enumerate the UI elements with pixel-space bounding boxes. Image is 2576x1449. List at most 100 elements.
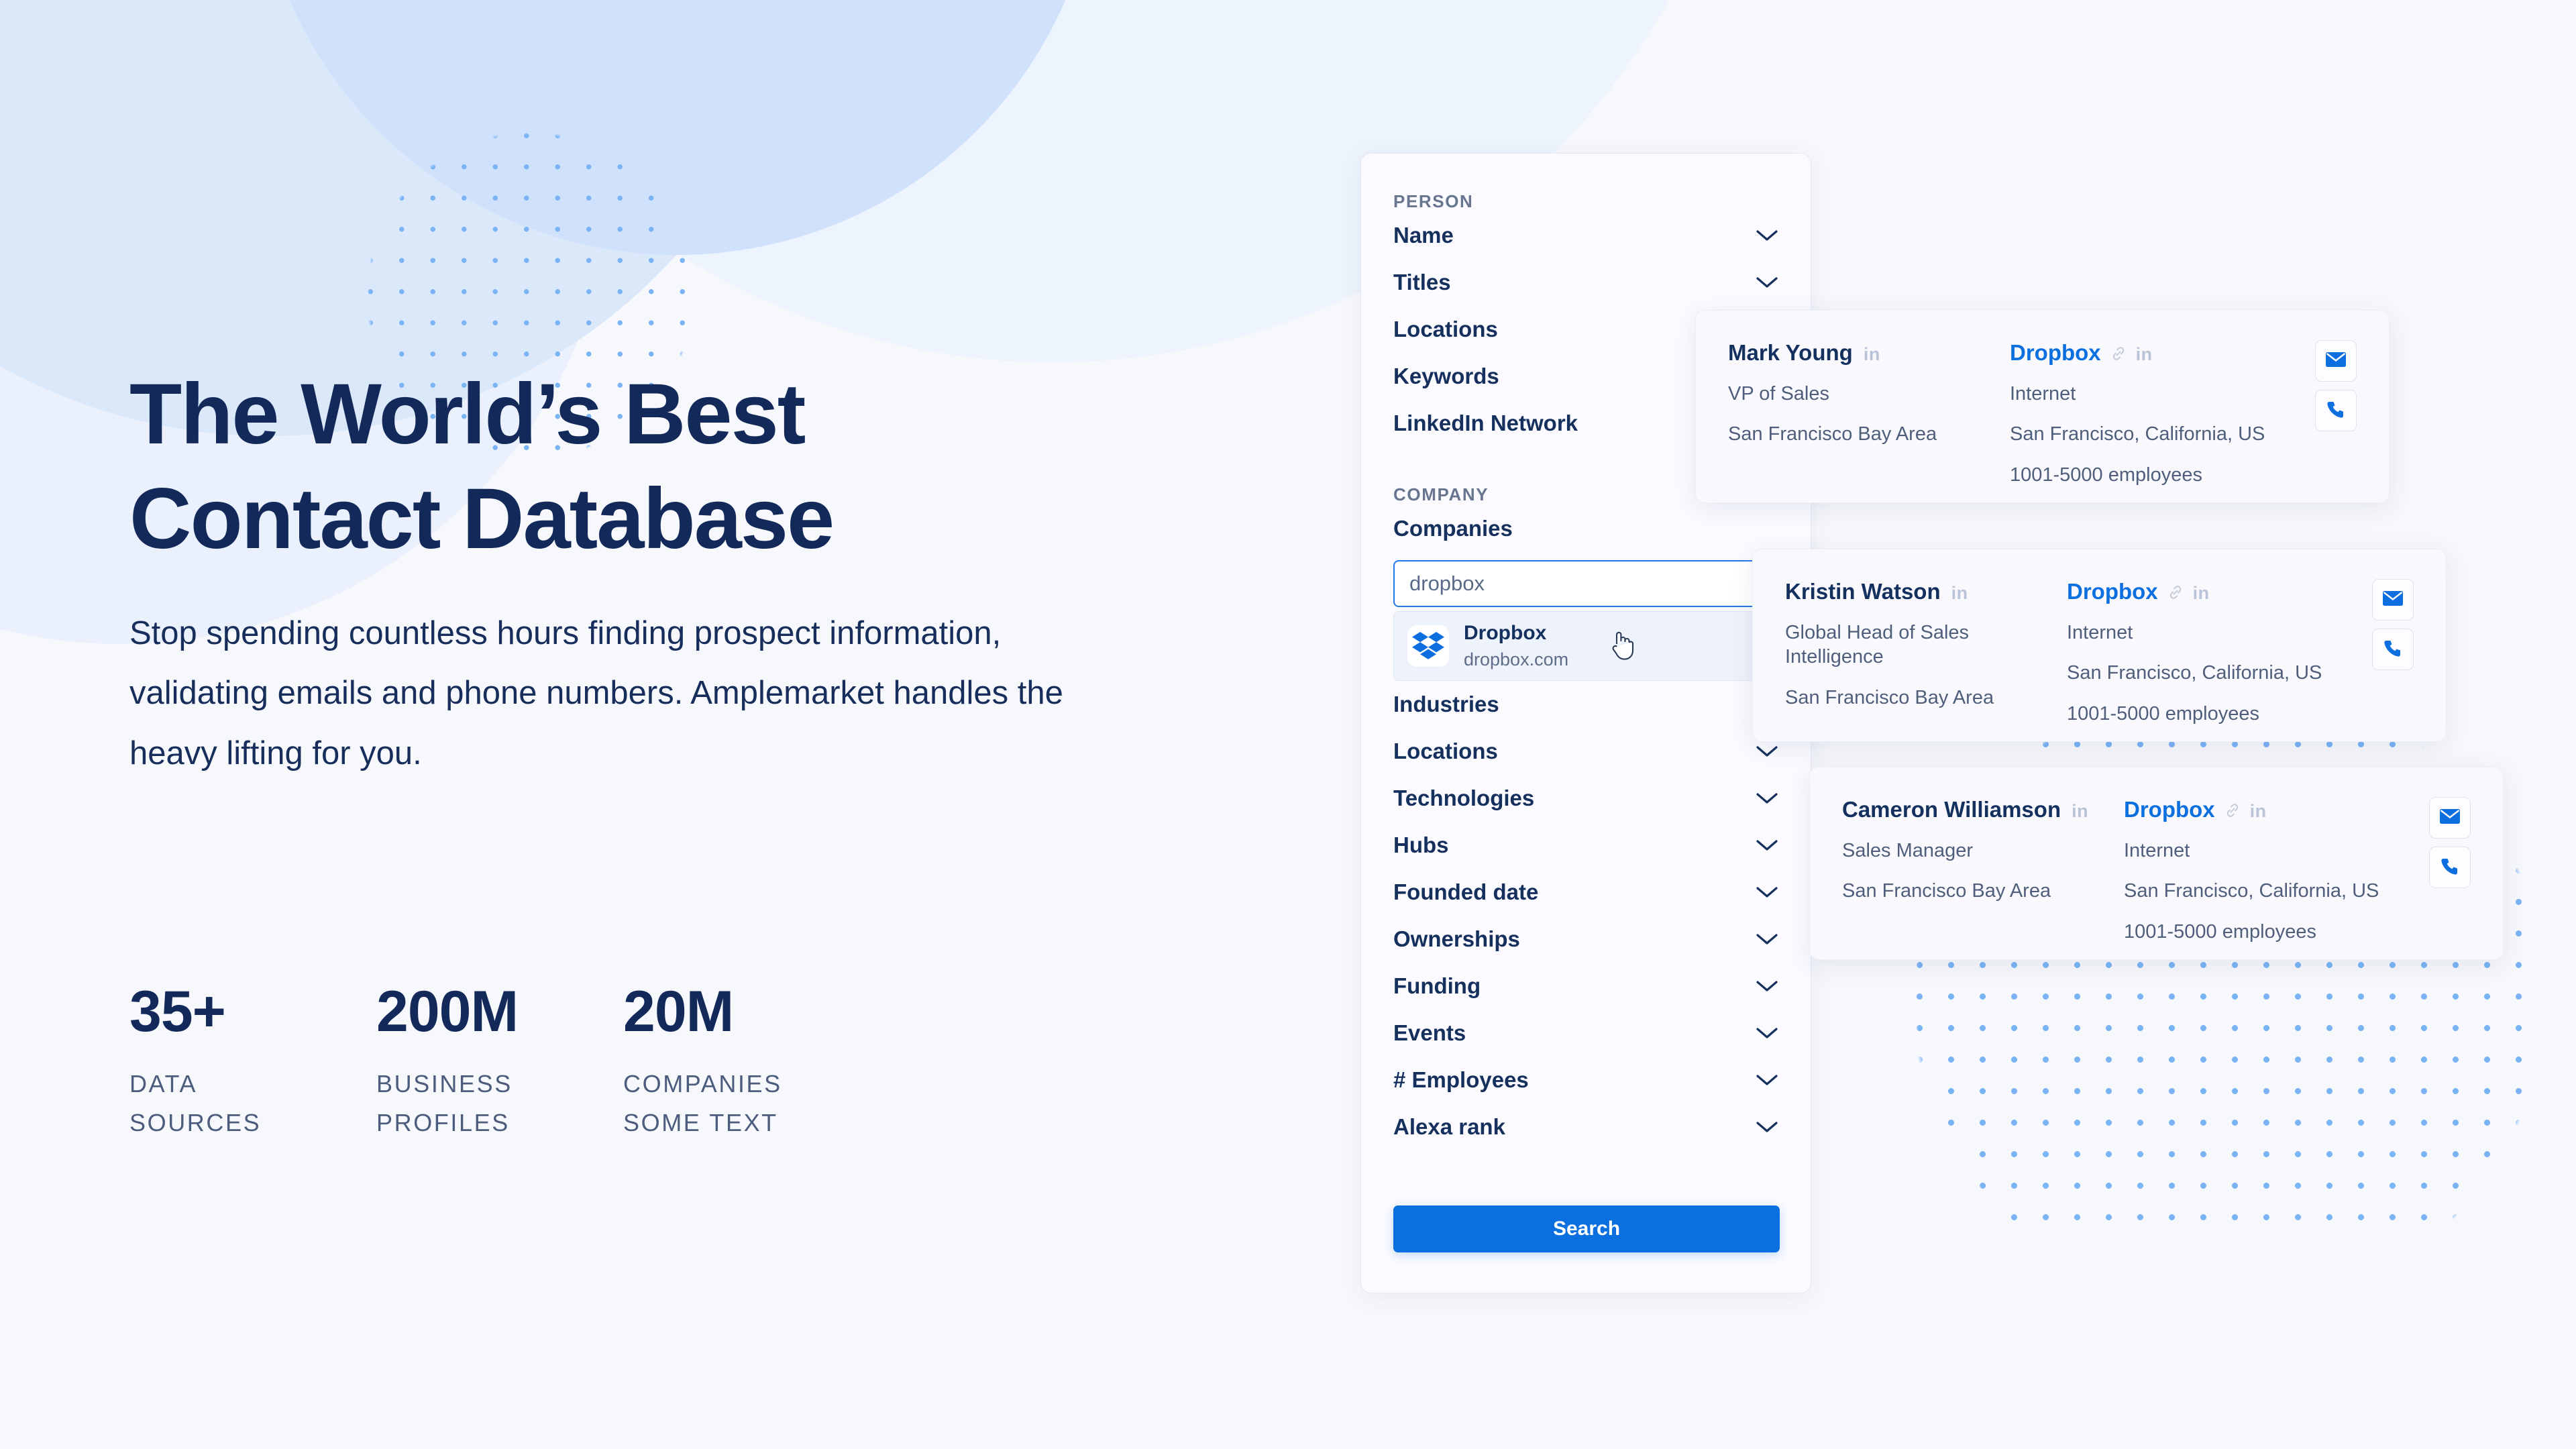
contact-location: San Francisco Bay Area xyxy=(1728,423,1937,445)
company-suggestion-text: Dropbox dropbox.com xyxy=(1464,621,1568,672)
card-actions-column xyxy=(2355,579,2414,712)
company-employees: 1001-5000 employees xyxy=(2067,702,2259,724)
phone-button[interactable] xyxy=(2372,629,2414,670)
search-button[interactable]: Search xyxy=(1393,1205,1780,1252)
filter-label: Locations xyxy=(1393,317,1498,341)
phone-icon xyxy=(2440,857,2459,879)
contact-location: San Francisco Bay Area xyxy=(1785,686,1994,708)
filter-row-events[interactable]: Events xyxy=(1393,1010,1778,1057)
pointer-hand-cursor-icon xyxy=(1609,629,1635,661)
filter-row-funding[interactable]: Funding xyxy=(1393,963,1778,1010)
chevron-down-icon[interactable] xyxy=(1756,1073,1778,1087)
filter-label: Industries xyxy=(1393,692,1499,716)
chevron-down-icon[interactable] xyxy=(1756,839,1778,852)
filter-label: Alexa rank xyxy=(1393,1114,1505,1139)
contact-name: Cameron Williamson xyxy=(1842,797,2061,822)
filter-row-hubs[interactable]: Hubs xyxy=(1393,822,1778,869)
chevron-down-icon[interactable] xyxy=(1756,229,1778,242)
filter-row-founded-date[interactable]: Founded date xyxy=(1393,869,1778,916)
company-industry: Internet xyxy=(2010,383,2076,405)
envelope-icon xyxy=(2382,590,2404,610)
filter-label: Funding xyxy=(1393,973,1481,998)
stat-caption: DATA SOURCES xyxy=(129,1065,376,1143)
filter-label: Events xyxy=(1393,1020,1466,1045)
hero-section: The World’s Best Contact Database Stop s… xyxy=(129,362,1176,784)
phone-button[interactable] xyxy=(2429,847,2471,888)
background-blob-medium xyxy=(255,0,1100,255)
chevron-down-icon[interactable] xyxy=(1756,1026,1778,1040)
envelope-icon xyxy=(2439,808,2461,828)
stat-caption-line-2: SOME TEXT xyxy=(623,1109,778,1137)
company-name[interactable]: Dropbox xyxy=(2067,579,2158,604)
card-actions-column xyxy=(2298,340,2357,473)
contact-card[interactable]: Kristin Watson in Global Head of Sales I… xyxy=(1752,549,2447,742)
company-name[interactable]: Dropbox xyxy=(2124,797,2215,822)
company-employees: 1001-5000 employees xyxy=(2124,920,2316,943)
filter-label: Titles xyxy=(1393,270,1451,294)
company-suggestion-url: dropbox.com xyxy=(1464,649,1569,670)
stat-caption-line-1: COMPANIES xyxy=(623,1070,782,1097)
linkedin-icon[interactable]: in xyxy=(2136,344,2153,365)
company-search-area: Dropbox dropbox.com xyxy=(1393,560,1778,681)
hero-subtitle: Stop spending countless hours finding pr… xyxy=(129,615,1063,771)
filter-label: Companies xyxy=(1393,516,1513,541)
filter-label: LinkedIn Network xyxy=(1393,411,1578,435)
stat-caption-line-2: PROFILES xyxy=(376,1109,510,1137)
dropbox-logo-icon xyxy=(1407,625,1449,667)
phone-button[interactable] xyxy=(2315,390,2357,431)
company-search-input[interactable] xyxy=(1393,560,1778,607)
contact-title: VP of Sales xyxy=(1728,383,1830,405)
envelope-icon xyxy=(2325,352,2347,371)
company-suggestion-item[interactable]: Dropbox dropbox.com xyxy=(1393,611,1778,681)
contact-name-row: Mark Young in xyxy=(1728,340,2010,366)
chevron-down-icon[interactable] xyxy=(1756,1120,1778,1134)
contact-card[interactable]: Mark Young in VP of Sales San Francisco … xyxy=(1695,310,2390,503)
filter-label: Founded date xyxy=(1393,879,1539,904)
chevron-down-icon[interactable] xyxy=(1756,932,1778,946)
filter-label: Name xyxy=(1393,223,1454,248)
card-person-column: Cameron Williamson in Sales Manager San … xyxy=(1842,797,2124,930)
card-company-column: Dropbox in Internet San Francisco, Calif… xyxy=(2124,797,2412,943)
stat-value: 200M xyxy=(376,979,519,1044)
card-actions-column xyxy=(2412,797,2471,930)
company-name[interactable]: Dropbox xyxy=(2010,340,2101,366)
contact-card[interactable]: Cameron Williamson in Sales Manager San … xyxy=(1809,767,2504,960)
email-button[interactable] xyxy=(2372,579,2414,621)
linkedin-icon[interactable]: in xyxy=(2072,801,2088,822)
filter-row-industries[interactable]: Industries xyxy=(1393,681,1778,728)
email-button[interactable] xyxy=(2429,797,2471,839)
filter-row-employees[interactable]: # Employees xyxy=(1393,1057,1778,1104)
chain-link-icon[interactable] xyxy=(2167,580,2184,599)
filter-row-name[interactable]: Name xyxy=(1393,212,1778,259)
stat-caption-line-1: BUSINESS xyxy=(376,1070,513,1097)
filter-row-alexa-rank[interactable]: Alexa rank xyxy=(1393,1104,1778,1150)
card-company-column: Dropbox in Internet San Francisco, Calif… xyxy=(2010,340,2298,486)
chain-link-icon[interactable] xyxy=(2224,798,2241,817)
email-button[interactable] xyxy=(2315,340,2357,382)
filter-row-companies[interactable]: Companies xyxy=(1393,505,1778,552)
card-person-column: Kristin Watson in Global Head of Sales I… xyxy=(1785,579,2067,712)
stat-caption-line-2: SOURCES xyxy=(129,1109,262,1137)
linkedin-icon[interactable]: in xyxy=(2193,583,2210,604)
linkedin-icon[interactable]: in xyxy=(2250,801,2267,822)
chain-link-icon[interactable] xyxy=(2110,341,2127,360)
company-suggestion-name: Dropbox xyxy=(1464,621,1547,644)
filter-row-titles[interactable]: Titles xyxy=(1393,259,1778,306)
linkedin-icon[interactable]: in xyxy=(1864,344,1880,365)
chevron-down-icon[interactable] xyxy=(1756,276,1778,289)
company-name-row: Dropbox in xyxy=(2124,797,2412,822)
linkedin-icon[interactable]: in xyxy=(1951,583,1968,604)
chevron-down-icon[interactable] xyxy=(1756,979,1778,993)
chevron-down-icon[interactable] xyxy=(1756,792,1778,805)
contact-title: Global Head of Sales Intelligence xyxy=(1785,622,1970,668)
filter-row-ownerships[interactable]: Ownerships xyxy=(1393,916,1778,963)
filter-row-technologies[interactable]: Technologies xyxy=(1393,775,1778,822)
chevron-down-icon[interactable] xyxy=(1756,745,1778,758)
filter-label: Ownerships xyxy=(1393,926,1520,951)
company-location: San Francisco, California, US xyxy=(2010,423,2265,445)
chevron-down-icon[interactable] xyxy=(1756,885,1778,899)
filter-label: # Employees xyxy=(1393,1067,1529,1092)
filter-row-locations-company[interactable]: Locations xyxy=(1393,728,1778,775)
stat-caption: BUSINESS PROFILES xyxy=(376,1065,623,1143)
company-location: San Francisco, California, US xyxy=(2124,880,2379,902)
